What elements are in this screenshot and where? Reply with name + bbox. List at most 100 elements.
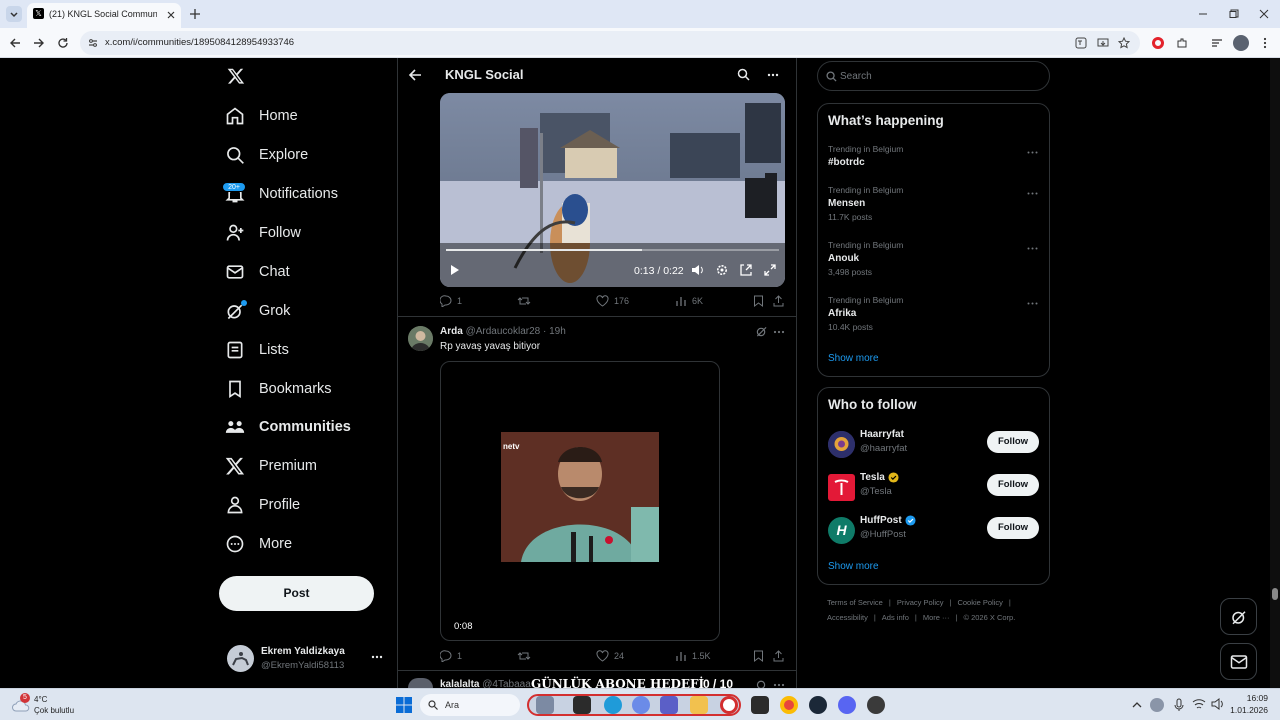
- follow-button[interactable]: Follow: [987, 517, 1039, 539]
- task-view-icon[interactable]: [573, 696, 591, 714]
- account-switcher[interactable]: Ekrem Yaldizkaya @EkremYaldi58113: [219, 638, 389, 678]
- more-icon[interactable]: [773, 683, 785, 687]
- store-icon[interactable]: [751, 696, 769, 714]
- repost-button[interactable]: [517, 650, 531, 662]
- repost-button[interactable]: [517, 295, 531, 307]
- post-button[interactable]: Post: [219, 576, 374, 611]
- media-control-icon[interactable]: [1211, 37, 1223, 49]
- file-explorer-icon[interactable]: [690, 696, 708, 714]
- windows-start-icon[interactable]: [396, 697, 412, 713]
- tweet-author-name[interactable]: Arda: [440, 326, 463, 337]
- discord-icon[interactable]: [838, 696, 856, 714]
- share-icon[interactable]: [773, 650, 784, 662]
- views-button[interactable]: 6K: [675, 295, 703, 307]
- new-tab-icon[interactable]: [189, 8, 201, 20]
- nav-premium[interactable]: Premium: [225, 450, 317, 482]
- footer-link-privacy[interactable]: Privacy Policy: [897, 598, 944, 607]
- tweet-avatar[interactable]: [408, 326, 433, 351]
- nav-grok[interactable]: Grok: [225, 295, 290, 327]
- wifi-icon[interactable]: [1192, 698, 1206, 710]
- back-arrow-icon[interactable]: [408, 68, 422, 82]
- forward-icon[interactable]: [33, 37, 45, 49]
- nav-more[interactable]: More: [225, 528, 292, 560]
- like-button[interactable]: 176: [596, 295, 629, 307]
- trend-item[interactable]: Trending in Belgium #botrdc: [828, 144, 1040, 168]
- search-box[interactable]: Search: [817, 61, 1050, 91]
- nav-profile[interactable]: Profile: [225, 489, 300, 521]
- install-app-icon[interactable]: [1097, 37, 1109, 49]
- opera-icon[interactable]: [1152, 37, 1164, 49]
- search-input[interactable]: Search: [840, 71, 872, 82]
- grok-icon[interactable]: [756, 326, 767, 337]
- more-icon[interactable]: [773, 330, 785, 334]
- reload-icon[interactable]: [57, 37, 69, 49]
- settings-gear-icon[interactable]: [716, 264, 728, 276]
- show-more-link[interactable]: Show more: [828, 353, 879, 364]
- grok-icon[interactable]: [756, 679, 767, 688]
- footer-link-cookie[interactable]: Cookie Policy: [957, 598, 1002, 607]
- footer-link-more[interactable]: More ···: [923, 613, 950, 622]
- messages-floating-button[interactable]: [1220, 643, 1257, 680]
- chevron-up-icon[interactable]: [1132, 701, 1142, 708]
- follow-button[interactable]: Follow: [987, 474, 1039, 496]
- tweet-time[interactable]: 19h: [549, 326, 566, 337]
- grok-floating-button[interactable]: [1220, 598, 1257, 635]
- tweet-author-handle[interactable]: @Ardaucoklar28: [466, 326, 541, 337]
- teams-icon[interactable]: [660, 696, 678, 714]
- scrollbar-thumb[interactable]: [1272, 588, 1278, 600]
- nav-lists[interactable]: Lists: [225, 334, 289, 366]
- onedrive-icon[interactable]: [1150, 698, 1164, 712]
- trend-item[interactable]: Trending in Belgium Mensen 11.7K posts: [828, 185, 1040, 222]
- steam-icon[interactable]: [809, 696, 827, 714]
- extensions-icon[interactable]: [1176, 37, 1188, 49]
- chrome-icon[interactable]: [780, 696, 798, 714]
- more-icon[interactable]: [1027, 247, 1038, 250]
- more-icon[interactable]: [1027, 302, 1038, 305]
- restore-icon[interactable]: [1229, 9, 1239, 19]
- taskbar-clock[interactable]: 16:09 1.01.2026: [1228, 693, 1268, 717]
- edge-icon[interactable]: [604, 696, 622, 714]
- speaker-icon[interactable]: [1211, 698, 1224, 710]
- widgets-icon[interactable]: [536, 696, 554, 714]
- follow-button[interactable]: Follow: [987, 431, 1039, 453]
- microphone-icon[interactable]: [1174, 698, 1184, 712]
- play-icon[interactable]: [450, 264, 460, 276]
- browser-menu-icon[interactable]: [1262, 37, 1268, 49]
- trend-item[interactable]: Trending in Belgium Afrika 10.4K posts: [828, 295, 1040, 332]
- nav-communities[interactable]: Communities: [225, 411, 351, 443]
- close-icon[interactable]: [166, 10, 176, 20]
- footer-link-ads[interactable]: Ads info: [882, 613, 909, 622]
- omnibox[interactable]: x.com/i/communities/1895084128954933746: [80, 31, 1140, 55]
- profile-avatar-icon[interactable]: [1233, 35, 1249, 51]
- search-icon[interactable]: [737, 68, 750, 81]
- page-scrollbar[interactable]: [1270, 58, 1280, 688]
- star-icon[interactable]: [1118, 37, 1130, 49]
- tab-list-button[interactable]: [6, 6, 22, 22]
- more-icon[interactable]: [1027, 192, 1038, 195]
- x-logo-icon[interactable]: [227, 67, 245, 85]
- footer-link-accessibility[interactable]: Accessibility: [827, 613, 868, 622]
- bookmark-icon[interactable]: [753, 295, 764, 307]
- views-button[interactable]: 1.5K: [675, 650, 711, 662]
- copilot-icon[interactable]: [632, 696, 650, 714]
- minimize-icon[interactable]: [1198, 9, 1208, 19]
- show-more-link[interactable]: Show more: [828, 561, 879, 572]
- reply-button[interactable]: 1: [440, 650, 462, 662]
- opera-taskbar-icon[interactable]: [720, 696, 738, 714]
- reply-button[interactable]: 1: [440, 295, 462, 307]
- close-window-icon[interactable]: [1259, 9, 1269, 19]
- game-app-icon[interactable]: [867, 696, 885, 714]
- browser-tab-active[interactable]: 𝕏 (21) KNGL Social Community / X: [27, 3, 181, 28]
- share-icon[interactable]: [773, 295, 784, 307]
- video-player[interactable]: netv 0:08: [440, 361, 720, 641]
- nav-explore[interactable]: Explore: [225, 139, 308, 171]
- tweet-avatar[interactable]: [408, 678, 433, 688]
- trend-item[interactable]: Trending in Belgium Anouk 3,498 posts: [828, 240, 1040, 277]
- back-icon[interactable]: [9, 37, 21, 49]
- nav-follow[interactable]: Follow: [225, 217, 301, 249]
- bookmark-icon[interactable]: [753, 650, 764, 662]
- like-button[interactable]: 24: [596, 650, 624, 662]
- picture-in-picture-icon[interactable]: [740, 264, 752, 276]
- nav-home[interactable]: Home: [225, 100, 298, 132]
- footer-link-terms[interactable]: Terms of Service: [827, 598, 883, 607]
